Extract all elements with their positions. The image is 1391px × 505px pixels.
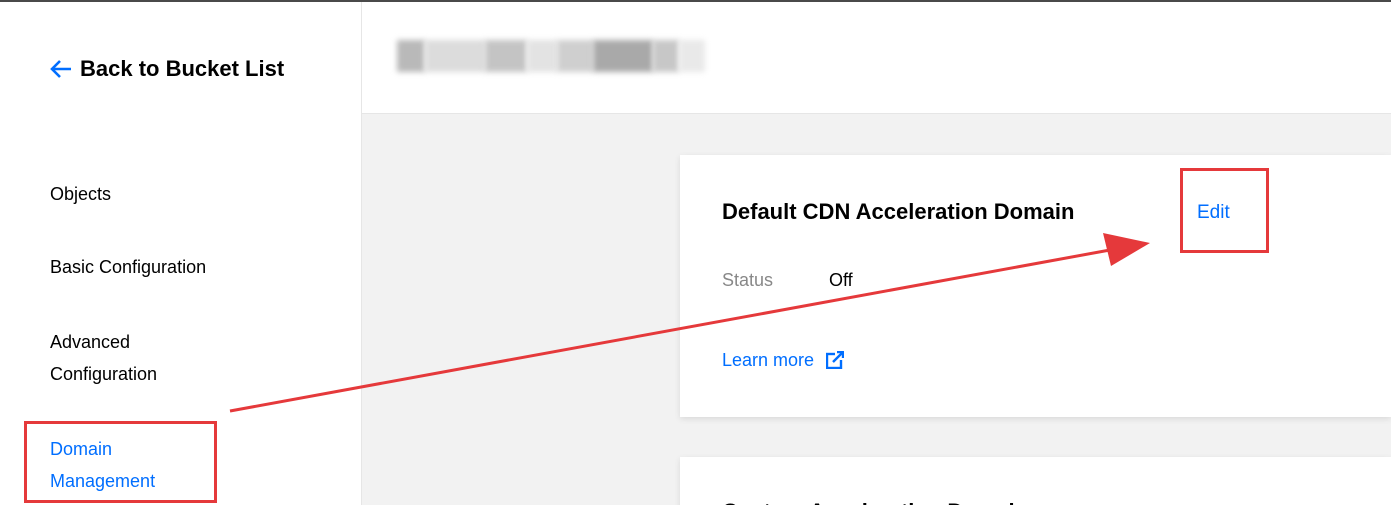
- page-header: [362, 2, 1391, 114]
- card-title: Default CDN Acceleration Domain: [722, 199, 1075, 224]
- default-cdn-domain-card: Default CDN Acceleration Domain Edit Sta…: [680, 155, 1391, 417]
- sidebar-item-objects[interactable]: Objects: [50, 178, 111, 210]
- learn-more-label: Learn more: [722, 350, 815, 370]
- card2-title: Custom Acceleration Domain: [722, 496, 1028, 505]
- status-label: Status: [722, 270, 774, 290]
- back-to-bucket-list-link[interactable]: Back to Bucket List: [50, 56, 310, 88]
- sidebar-item-advanced-configuration[interactable]: Advanced Configuration: [50, 326, 220, 390]
- annotation-highlight-domain-management: [24, 421, 217, 503]
- page-title-redacted: [397, 40, 727, 72]
- back-link-label: Back to Bucket List: [80, 56, 285, 81]
- sidebar: Back to Bucket List Objects Basic Config…: [0, 2, 362, 505]
- main-content: Default CDN Acceleration Domain Edit Sta…: [362, 2, 1391, 505]
- sidebar-item-basic-configuration[interactable]: Basic Configuration: [50, 251, 206, 283]
- custom-acceleration-domain-card: Custom Acceleration Domain: [680, 457, 1391, 505]
- app-root: Back to Bucket List Objects Basic Config…: [0, 0, 1391, 505]
- learn-more-link[interactable]: Learn more: [722, 345, 845, 375]
- annotation-highlight-edit: [1180, 168, 1269, 253]
- arrow-left-icon: [50, 60, 71, 78]
- status-value: Off: [829, 270, 853, 290]
- external-link-icon: [826, 351, 845, 369]
